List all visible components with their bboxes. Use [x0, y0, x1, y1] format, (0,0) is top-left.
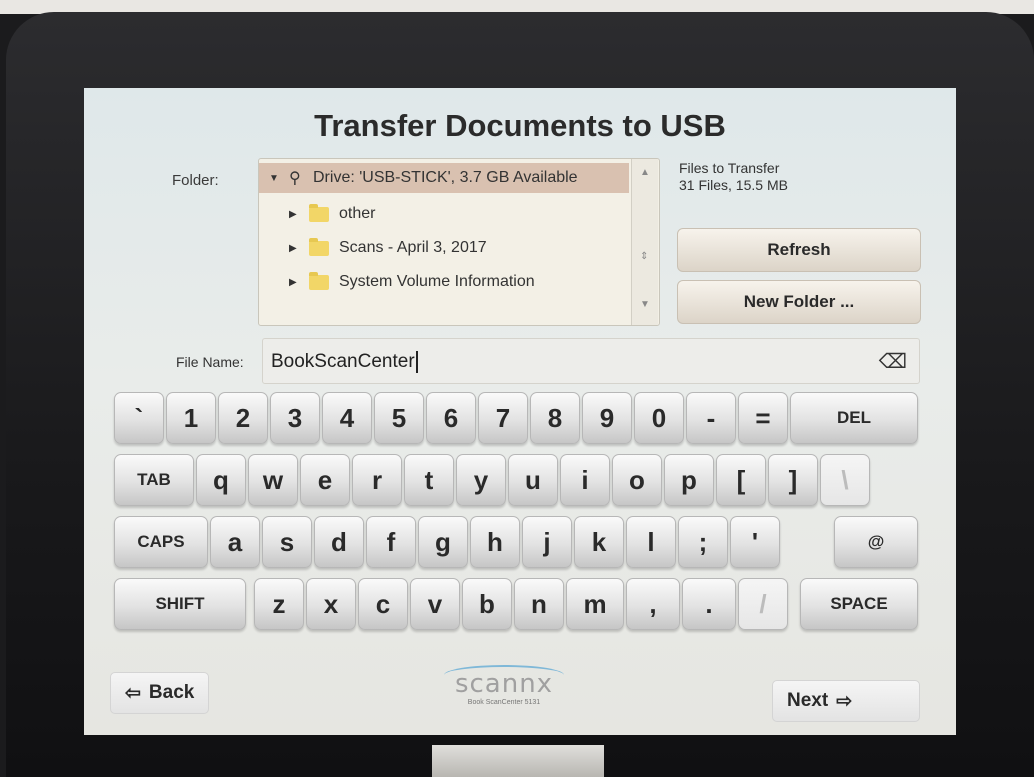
next-button[interactable]: Next ⇨ — [772, 680, 920, 722]
scroll-thumb-icon[interactable]: ⇕ — [640, 251, 648, 262]
key-slash[interactable]: / — [738, 578, 788, 630]
key-backtick[interactable]: ` — [114, 392, 164, 444]
key-del[interactable]: DEL — [790, 392, 918, 444]
key-at[interactable]: @ — [834, 516, 918, 568]
scannx-logo: scannx Book ScanCenter 5131 — [434, 665, 574, 706]
key-5[interactable]: 5 — [374, 392, 424, 444]
folder-tree[interactable]: ▼ ⚲ Drive: 'USB-STICK', 3.7 GB Available… — [258, 158, 660, 326]
key-u[interactable]: u — [508, 454, 558, 506]
key-comma[interactable]: , — [626, 578, 680, 630]
file-name-input[interactable]: BookScanCenter ⌫ — [262, 338, 920, 384]
key-l[interactable]: l — [626, 516, 676, 568]
key-z[interactable]: z — [254, 578, 304, 630]
folder-label: Folder: — [172, 172, 219, 189]
folder-icon — [309, 237, 329, 256]
key-backslash[interactable]: \ — [820, 454, 870, 506]
key-m[interactable]: m — [566, 578, 624, 630]
key-6[interactable]: 6 — [426, 392, 476, 444]
key-3[interactable]: 3 — [270, 392, 320, 444]
tree-item-other[interactable]: ▶ other — [289, 199, 375, 229]
folder-name: Scans - April 3, 2017 — [339, 239, 487, 256]
key-space[interactable]: SPACE — [800, 578, 918, 630]
device-badge — [432, 745, 604, 777]
arrow-left-icon: ⇦ — [125, 682, 141, 704]
kiosk-screen: Transfer Documents to USB Folder: ▼ ⚲ Dr… — [84, 88, 956, 735]
new-folder-button[interactable]: New Folder ... — [677, 280, 921, 324]
key-g[interactable]: g — [418, 516, 468, 568]
logo-product: Book ScanCenter 5131 — [467, 699, 541, 706]
key-0[interactable]: 0 — [634, 392, 684, 444]
chevron-right-icon[interactable]: ▶ — [289, 209, 303, 220]
key-9[interactable]: 9 — [582, 392, 632, 444]
key-8[interactable]: 8 — [530, 392, 580, 444]
key-left-bracket[interactable]: [ — [716, 454, 766, 506]
key-right-bracket[interactable]: ] — [768, 454, 818, 506]
key-t[interactable]: t — [404, 454, 454, 506]
chevron-right-icon[interactable]: ▶ — [289, 277, 303, 288]
key-j[interactable]: j — [522, 516, 572, 568]
usb-icon: ⚲ — [289, 170, 301, 187]
key-r[interactable]: r — [352, 454, 402, 506]
key-minus[interactable]: - — [686, 392, 736, 444]
file-name-label: File Name: — [176, 354, 244, 370]
key-shift[interactable]: SHIFT — [114, 578, 246, 630]
key-caps[interactable]: CAPS — [114, 516, 208, 568]
key-o[interactable]: o — [612, 454, 662, 506]
files-to-transfer: Files to Transfer 31 Files, 15.5 MB — [679, 160, 788, 194]
tree-item-drive[interactable]: ▼ ⚲ Drive: 'USB-STICK', 3.7 GB Available — [259, 163, 629, 193]
key-w[interactable]: w — [248, 454, 298, 506]
back-button[interactable]: ⇦ Back — [110, 672, 210, 714]
key-c[interactable]: c — [358, 578, 408, 630]
chevron-down-icon[interactable]: ▼ — [269, 173, 283, 184]
folder-name: other — [339, 205, 376, 222]
key-4[interactable]: 4 — [322, 392, 372, 444]
key-2[interactable]: 2 — [218, 392, 268, 444]
key-h[interactable]: h — [470, 516, 520, 568]
arrow-right-icon: ⇨ — [836, 690, 853, 712]
folder-icon — [309, 271, 329, 290]
key-v[interactable]: v — [410, 578, 460, 630]
key-k[interactable]: k — [574, 516, 624, 568]
logo-arc-icon — [444, 665, 564, 685]
tree-item-scans[interactable]: ▶ Scans - April 3, 2017 — [289, 233, 487, 263]
tree-scrollbar[interactable]: ▲ ⇕ ▼ — [631, 159, 658, 325]
key-p[interactable]: p — [664, 454, 714, 506]
key-1[interactable]: 1 — [166, 392, 216, 444]
next-label: Next — [787, 690, 829, 711]
file-name-value: BookScanCenter — [271, 351, 418, 373]
key-i[interactable]: i — [560, 454, 610, 506]
scroll-up-icon[interactable]: ▲ — [640, 167, 650, 178]
folder-name: System Volume Information — [339, 273, 535, 290]
key-n[interactable]: n — [514, 578, 564, 630]
files-to-transfer-value: 31 Files, 15.5 MB — [679, 177, 788, 193]
drive-label: Drive: 'USB-STICK', 3.7 GB Available — [313, 169, 578, 186]
key-s[interactable]: s — [262, 516, 312, 568]
key-y[interactable]: y — [456, 454, 506, 506]
key-f[interactable]: f — [366, 516, 416, 568]
page-title: Transfer Documents to USB — [314, 108, 726, 143]
key-tab[interactable]: TAB — [114, 454, 194, 506]
key-apostrophe[interactable]: ' — [730, 516, 780, 568]
key-a[interactable]: a — [210, 516, 260, 568]
folder-icon — [309, 203, 329, 222]
tree-item-system-volume[interactable]: ▶ System Volume Information — [289, 267, 535, 297]
key-b[interactable]: b — [462, 578, 512, 630]
chevron-right-icon[interactable]: ▶ — [289, 243, 303, 254]
files-to-transfer-label: Files to Transfer — [679, 160, 780, 176]
key-7[interactable]: 7 — [478, 392, 528, 444]
scroll-down-icon[interactable]: ▼ — [640, 299, 650, 310]
key-d[interactable]: d — [314, 516, 364, 568]
back-label: Back — [148, 682, 195, 703]
key-equals[interactable]: = — [738, 392, 788, 444]
key-e[interactable]: e — [300, 454, 350, 506]
key-period[interactable]: . — [682, 578, 736, 630]
key-q[interactable]: q — [196, 454, 246, 506]
key-x[interactable]: x — [306, 578, 356, 630]
key-semicolon[interactable]: ; — [678, 516, 728, 568]
backspace-icon[interactable]: ⌫ — [879, 349, 907, 374]
refresh-button[interactable]: Refresh — [677, 228, 921, 272]
